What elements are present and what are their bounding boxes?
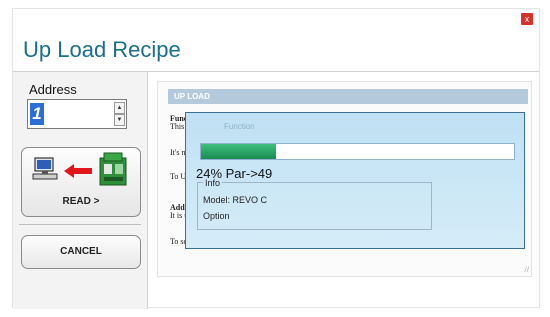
progress-bar-fill	[201, 144, 277, 159]
left-panel: Address 1 ▲ ▼ READ > CANCEL	[13, 72, 148, 309]
address-input[interactable]: 1	[30, 103, 44, 125]
computer-icon	[32, 157, 58, 180]
doc-header: UP LOAD	[168, 89, 528, 104]
left-arrow-icon	[64, 164, 92, 178]
progress-dialog: Function 24% Par->49 Info Model: REVO C …	[185, 112, 525, 249]
address-label: Address	[29, 82, 77, 97]
module-icon	[99, 152, 127, 186]
model-text: Model: REVO C	[203, 195, 268, 205]
address-spinbox[interactable]: 1 ▲ ▼	[27, 99, 127, 129]
spin-down-button[interactable]: ▼	[114, 114, 125, 126]
info-title: Info	[203, 178, 223, 188]
cancel-button[interactable]: CANCEL	[21, 235, 141, 269]
read-button[interactable]: READ >	[21, 147, 141, 217]
close-button[interactable]: x	[521, 13, 533, 25]
option-text: Option	[203, 211, 230, 221]
window-title: Up Load Recipe	[23, 37, 181, 62]
progress-bar	[200, 143, 515, 160]
info-groupbox: Info Model: REVO C Option	[197, 178, 432, 230]
resize-grip[interactable]: //	[525, 265, 529, 274]
spin-up-button[interactable]: ▲	[114, 102, 125, 114]
button-separator	[19, 224, 141, 225]
read-button-label: READ >	[62, 196, 100, 207]
dialog-ghost-label: Function	[224, 122, 255, 131]
